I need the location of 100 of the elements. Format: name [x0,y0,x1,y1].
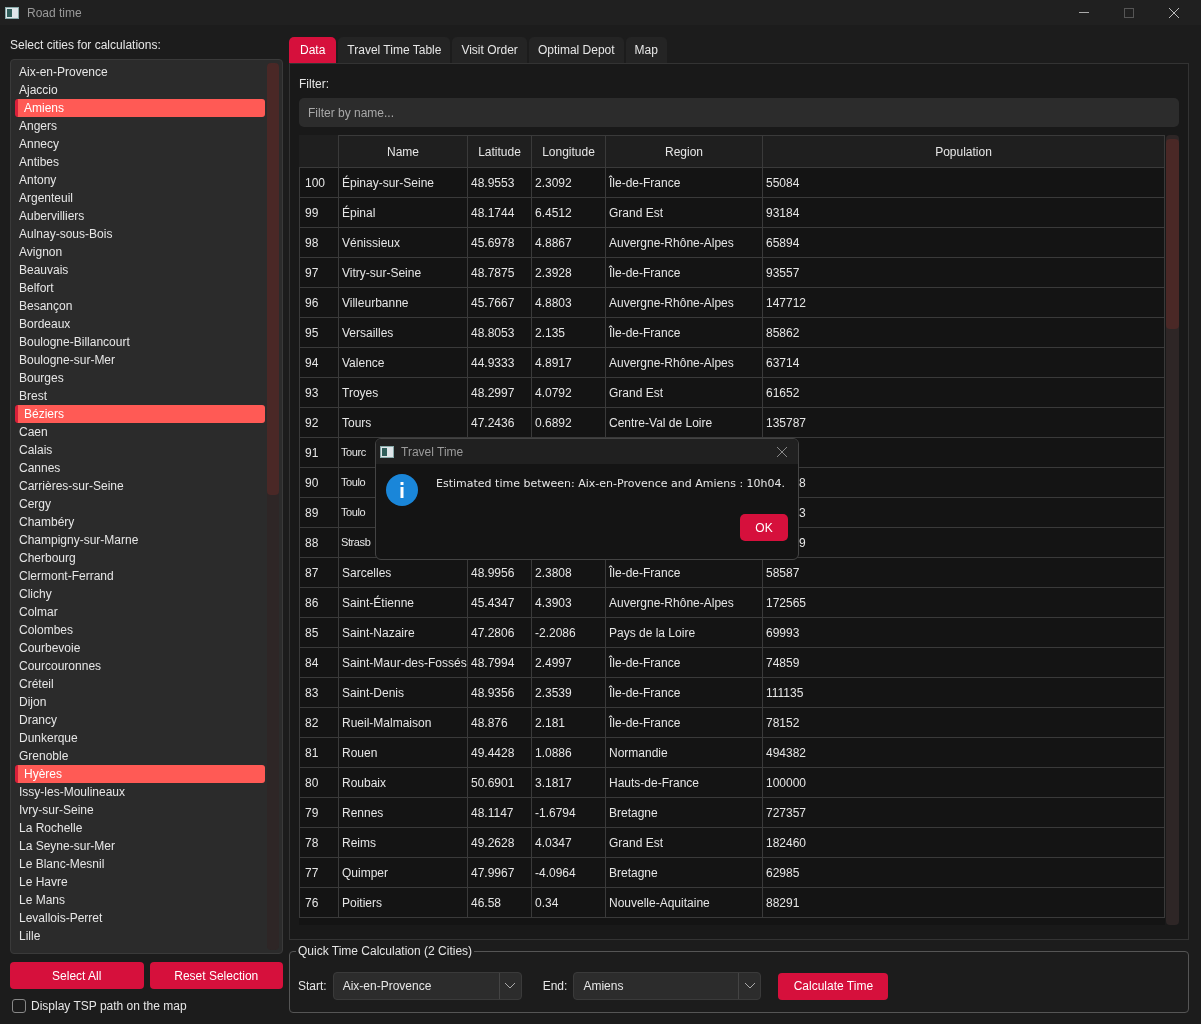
city-list-item[interactable]: Courbevoie [15,639,265,657]
calculate-time-button[interactable]: Calculate Time [778,972,889,1000]
table-cell: Valence [339,348,468,378]
column-header[interactable]: Latitude [468,135,532,168]
table-cell: Roubaix [339,768,468,798]
city-list-item[interactable]: Courcouronnes [15,657,265,675]
row-number: 86 [299,588,339,618]
table-scrollbar[interactable] [1166,135,1179,925]
scrollbar-thumb[interactable] [267,63,279,495]
table-cell: Rouen [339,738,468,768]
city-list-item[interactable]: Antibes [15,153,265,171]
select-all-button[interactable]: Select All [10,962,144,989]
city-list-item[interactable]: Drancy [15,711,265,729]
table-corner[interactable] [299,135,339,168]
city-list-item[interactable]: Calais [15,441,265,459]
city-list-item[interactable]: Brest [15,387,265,405]
city-list-item[interactable]: Colmar [15,603,265,621]
column-header[interactable]: Longitude [532,135,606,168]
end-label: End: [542,978,568,995]
city-list-item[interactable]: Cannes [15,459,265,477]
city-list-item[interactable]: Aix-en-Provence [15,63,265,81]
city-list-item[interactable]: Ajaccio [15,81,265,99]
city-list-item[interactable]: Antony [15,171,265,189]
tab[interactable]: Travel Time Table [338,37,451,63]
scrollbar[interactable] [267,63,279,950]
city-list-item[interactable]: Chambéry [15,513,265,531]
table-cell: Reims [339,828,468,858]
table-cell: Île-de-France [606,318,763,348]
city-list-item[interactable]: Le Mans [15,891,265,909]
city-list-item[interactable]: Argenteuil [15,189,265,207]
tsp-checkbox-label: Display TSP path on the map [31,998,187,1015]
table-cell: 48.1744 [468,198,532,228]
city-list-item[interactable]: Grenoble [15,747,265,765]
city-list-item[interactable]: Angers [15,117,265,135]
table-cell: 49.2628 [468,828,532,858]
column-header[interactable]: Region [606,135,763,168]
tab[interactable]: Data [289,37,337,63]
city-list-item[interactable]: Champigny-sur-Marne [15,531,265,549]
table-cell: 65894 [763,228,1165,258]
row-number: 79 [299,798,339,828]
city-list-item[interactable]: Annecy [15,135,265,153]
city-list-item[interactable]: Lille [15,927,265,945]
reset-selection-button[interactable]: Reset Selection [149,962,283,989]
city-list-item[interactable]: Caen [15,423,265,441]
city-list-item[interactable]: Colombes [15,621,265,639]
city-list-item[interactable]: Créteil [15,675,265,693]
city-list-item[interactable]: Aubervilliers [15,207,265,225]
tab[interactable]: Map [625,37,667,63]
table-cell: 0.34 [532,888,606,918]
column-header[interactable]: Population [763,135,1165,168]
city-list-item[interactable]: Levallois-Perret [15,909,265,927]
tab[interactable]: Visit Order [452,37,527,63]
column-header[interactable]: Name [339,135,468,168]
table-cell: -2.2086 [532,618,606,648]
city-list-item[interactable]: Besançon [15,297,265,315]
table-cell: Rennes [339,798,468,828]
city-list-item[interactable]: Dijon [15,693,265,711]
table-cell: 4.0347 [532,828,606,858]
table-cell: 111135 [763,678,1165,708]
table-cell: 69993 [763,618,1165,648]
chevron-down-icon [505,983,516,989]
city-list-item[interactable]: Le Blanc-Mesnil [15,855,265,873]
table-cell: 45.4347 [468,588,532,618]
window-title: Road time [27,4,82,22]
tsp-checkbox[interactable] [12,999,26,1013]
row-number: 100 [299,168,339,198]
table-cell: Normandie [606,738,763,768]
city-list-item[interactable]: La Rochelle [15,819,265,837]
city-list-item[interactable]: Cergy [15,495,265,513]
table-scrollbar-thumb[interactable] [1166,139,1179,329]
table-cell: 3.1817 [532,768,606,798]
city-list-item[interactable]: Ivry-sur-Seine [15,801,265,819]
city-list-item[interactable]: Clichy [15,585,265,603]
city-list-item[interactable]: Issy-les-Moulineaux [15,783,265,801]
city-list-item[interactable]: Dunkerque [15,729,265,747]
city-list-item[interactable]: Aulnay-sous-Bois [15,225,265,243]
table-cell: Troyes [339,378,468,408]
city-list-item[interactable]: La Seyne-sur-Mer [15,837,265,855]
city-list-item[interactable]: Clermont-Ferrand [15,567,265,585]
row-number: 78 [299,828,339,858]
table-cell: 61652 [763,378,1165,408]
chevron-down-icon [744,983,755,989]
table-cell: Pays de la Loire [606,618,763,648]
end-dropdown[interactable]: Amiens [573,972,762,1000]
city-list-item[interactable]: Carrières-sur-Seine [15,477,265,495]
row-number: 94 [299,348,339,378]
city-list-item[interactable]: Belfort [15,279,265,297]
city-list-item[interactable]: Bourges [15,369,265,387]
filter-field[interactable]: Filter by name... [299,98,1179,127]
city-list-item[interactable]: Bordeaux [15,315,265,333]
city-list-item[interactable]: Boulogne-sur-Mer [15,351,265,369]
city-list-item[interactable]: Avignon [15,243,265,261]
city-list-item[interactable]: Boulogne-Billancourt [15,333,265,351]
city-list-item[interactable]: Le Havre [15,873,265,891]
city-list-item[interactable]: Cherbourg [15,549,265,567]
table-cell: Épinay-sur-Seine [339,168,468,198]
city-list-item[interactable]: Beauvais [15,261,265,279]
start-dropdown[interactable]: Aix-en-Provence [332,972,522,1000]
row-number: 98 [299,228,339,258]
tab[interactable]: Optimal Depot [528,37,624,63]
